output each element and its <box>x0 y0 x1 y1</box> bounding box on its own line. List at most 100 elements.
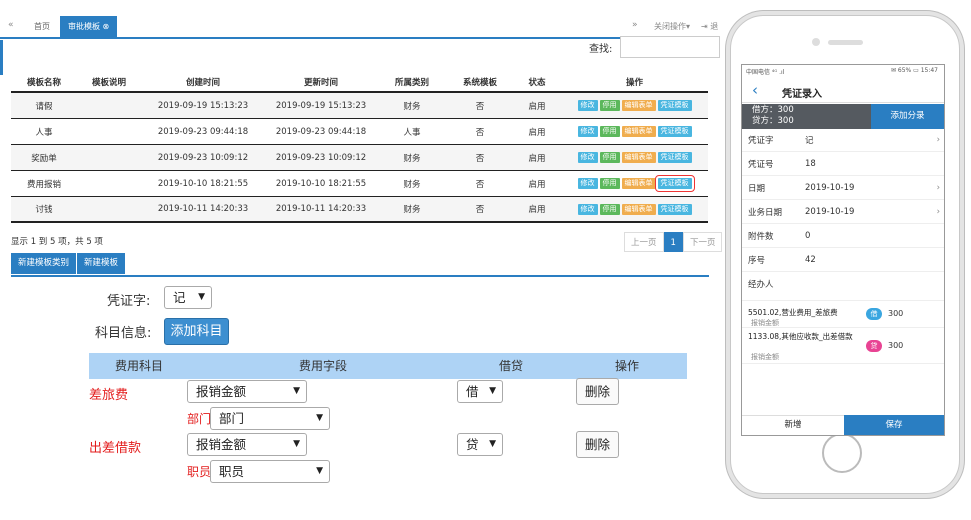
delete-button[interactable]: 删除 <box>576 378 619 405</box>
chevron-down-icon: ▼ <box>293 386 300 396</box>
field-row-voucher-no[interactable]: 凭证号 18 <box>742 152 944 176</box>
add-subject-button[interactable]: 添加科目 <box>164 318 229 345</box>
edit-form-button[interactable]: 编辑表单 <box>621 126 656 137</box>
voucher-word-select[interactable]: 记 ▼ <box>164 286 212 309</box>
field-select[interactable]: 报销金额 ▼ <box>187 380 307 403</box>
credit-badge: 贷 <box>866 340 882 352</box>
add-entry-button[interactable]: 添加分录 <box>871 104 944 129</box>
field-row-voucher-word[interactable]: 凭证字 记 › <box>742 128 944 152</box>
col-header: 模板名称 <box>26 78 61 88</box>
cell-system: 否 <box>475 179 485 190</box>
cell-desc <box>77 171 141 196</box>
search-input[interactable] <box>620 36 720 58</box>
cell-category: 财务 <box>403 153 421 164</box>
disable-button[interactable]: 停用 <box>599 203 620 215</box>
edit-button[interactable]: 修改 <box>577 100 598 111</box>
field-row-seq[interactable]: 序号 42 <box>742 248 944 272</box>
field-value: 2019-10-19 <box>805 182 855 193</box>
cell-desc <box>77 145 141 170</box>
table-row: 请假 2019-09-19 15:13:23 2019-09-19 15:13:… <box>11 93 708 119</box>
cell-name: 费用报销 <box>26 179 61 190</box>
field-select[interactable]: 报销金额 ▼ <box>187 433 307 456</box>
pagination-info: 显示 1 到 5 项，共 5 项 <box>11 237 103 247</box>
save-button[interactable]: 保存 <box>844 415 944 435</box>
disable-button[interactable]: 停用 <box>599 100 620 111</box>
edit-button[interactable]: 修改 <box>577 178 598 189</box>
field-row-date[interactable]: 日期 2019-10-19 › <box>742 176 944 200</box>
field-row-attachments[interactable]: 附件数 0 <box>742 224 944 248</box>
field-key: 凭证号 <box>748 159 774 170</box>
cell-desc <box>77 197 141 221</box>
cell-created: 2019-10-11 14:20:33 <box>157 204 249 214</box>
cell-system: 否 <box>475 205 485 215</box>
col-header: 创建时间 <box>185 78 220 88</box>
debit-credit-select[interactable]: 借 ▼ <box>457 380 503 403</box>
disable-button[interactable]: 停用 <box>599 152 620 163</box>
voucher-template-button[interactable]: 凭证模板 <box>657 203 692 215</box>
department-select[interactable]: 部门 ▼ <box>210 407 330 430</box>
close-ops-menu[interactable]: 关闭操作▾ <box>654 21 690 32</box>
chevron-down-icon: ▼ <box>198 292 205 302</box>
balance-panel: 借方：300 贷方：300 <box>742 104 871 129</box>
select-value: 记 <box>173 290 186 305</box>
field-row-handler[interactable]: 经办人 <box>742 272 944 296</box>
left-accent-bar <box>0 40 3 75</box>
subject-info-label: 科目信息: <box>95 326 152 341</box>
edit-form-button[interactable]: 编辑表单 <box>621 152 656 163</box>
edit-form-button[interactable]: 编辑表单 <box>621 178 656 189</box>
voucher-template-button[interactable]: 凭证模板 <box>657 100 692 111</box>
chevron-down-icon: ▼ <box>489 439 496 449</box>
cell-created: 2019-09-19 15:13:23 <box>157 100 249 111</box>
staff-select[interactable]: 职员 ▼ <box>210 460 330 483</box>
tab-forward-icon[interactable]: » <box>632 20 638 30</box>
table-row: 人事 2019-09-23 09:44:18 2019-09-23 09:44:… <box>11 119 708 145</box>
new-category-button[interactable]: 新建模板类别 <box>11 253 78 274</box>
field-value: 42 <box>805 254 816 265</box>
edit-form-button[interactable]: 编辑表单 <box>621 100 656 111</box>
select-value: 报销金额 <box>196 437 247 452</box>
tab-back-icon[interactable]: « <box>8 20 14 30</box>
edit-form-button[interactable]: 编辑表单 <box>621 203 656 215</box>
voucher-template-button[interactable]: 凭证模板 <box>657 152 692 163</box>
cell-category: 财务 <box>403 205 421 215</box>
field-row-business-date[interactable]: 业务日期 2019-10-19 › <box>742 200 944 224</box>
entry-account: 1133.08,其他应收款_出差借款 <box>748 332 853 341</box>
back-icon[interactable]: ‹ <box>752 81 758 99</box>
select-value: 职员 <box>219 464 245 479</box>
cell-name: 人事 <box>35 127 53 138</box>
new-template-button[interactable]: 新建模板 <box>77 253 127 274</box>
page-button[interactable]: 1 <box>663 232 683 252</box>
cell-updated: 2019-09-23 10:09:12 <box>275 152 367 163</box>
tab-close-icon[interactable]: ⊗ <box>103 22 110 31</box>
next-page-button[interactable]: 下一页 <box>682 232 723 252</box>
prev-page-button[interactable]: 上一页 <box>624 232 664 252</box>
edit-button[interactable]: 修改 <box>577 126 598 137</box>
select-value: 部门 <box>219 411 245 426</box>
col-header: 借贷 <box>499 359 524 373</box>
edit-button[interactable]: 修改 <box>577 203 598 215</box>
delete-button[interactable]: 删除 <box>576 431 619 458</box>
edit-button[interactable]: 修改 <box>577 152 598 163</box>
chevron-right-icon: › <box>936 182 940 193</box>
cell-ops: 修改 停用 编辑表单 凭证模板 <box>561 171 708 196</box>
tab-home[interactable]: 首页 <box>26 16 58 37</box>
voucher-template-button[interactable]: 凭证模板 <box>654 175 695 192</box>
voucher-template-button[interactable]: 凭证模板 <box>657 126 692 137</box>
col-header: 模板说明 <box>91 78 126 88</box>
entry-item[interactable]: 1133.08,其他应收款_出差借款 报销金额 贷 300 <box>742 328 944 364</box>
table-row: 费用报销 2019-10-10 18:21:55 2019-10-10 18:2… <box>11 171 708 197</box>
home-button[interactable] <box>822 433 862 473</box>
disable-button[interactable]: 停用 <box>599 178 620 189</box>
debit-credit-select[interactable]: 贷 ▼ <box>457 433 503 456</box>
disable-button[interactable]: 停用 <box>599 126 620 137</box>
tab-approval-template[interactable]: 审批模板 ⊗ <box>60 16 118 37</box>
cell-desc <box>77 119 141 144</box>
cell-updated: 2019-10-10 18:21:55 <box>275 178 367 189</box>
cell-system: 否 <box>475 101 485 112</box>
select-value: 报销金额 <box>196 384 247 399</box>
entry-item[interactable]: 5501.02,营业费用_差旅费 报销金额 借 300 <box>742 300 944 328</box>
cell-category: 财务 <box>403 101 421 112</box>
exit-button[interactable]: ⇥ 退 <box>701 21 718 32</box>
new-button[interactable]: 新增 <box>742 415 844 435</box>
cell-category: 人事 <box>403 127 421 138</box>
